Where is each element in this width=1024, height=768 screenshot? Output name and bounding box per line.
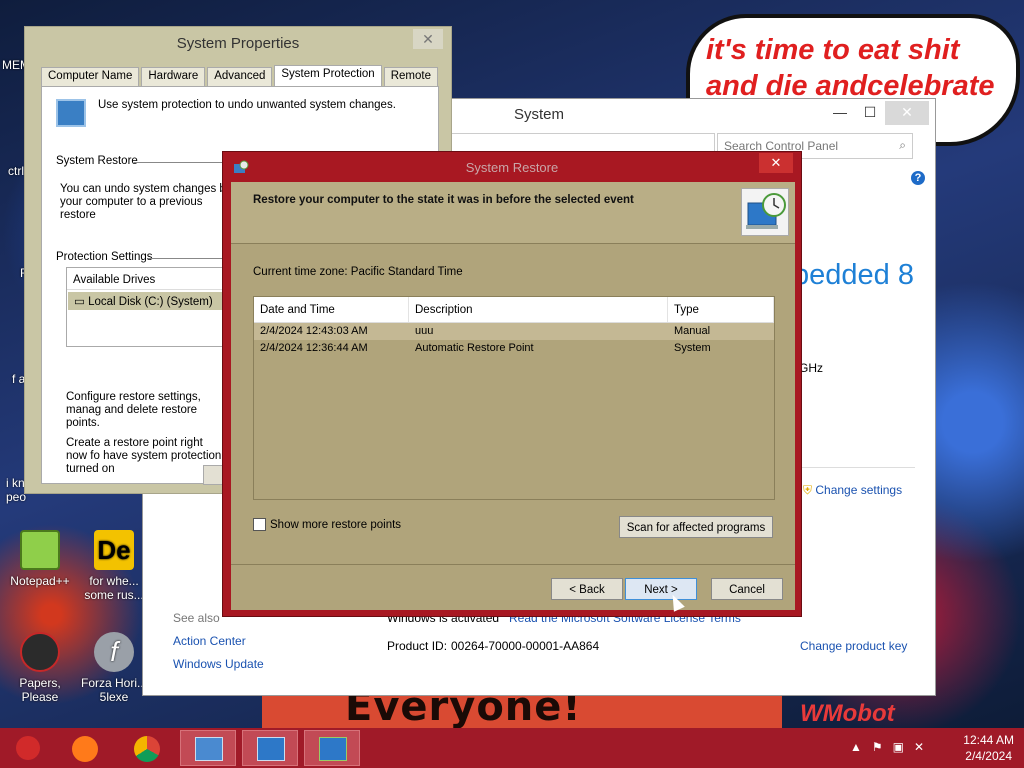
show-more-checkbox[interactable] [253,518,266,531]
taskbar-control-panel[interactable] [180,730,236,766]
cpu-speed: GHz [799,361,823,375]
taskbar-system-restore[interactable] [304,730,360,766]
cancel-button[interactable]: Cancel [711,578,783,600]
desktop-icon-papers-please[interactable]: Papers, Please [0,632,80,704]
speech-bubble-text: it's time to eat shit and die andcelebra… [706,34,995,102]
search-icon: ⌕ [899,138,906,152]
minimize-button[interactable]: — [825,101,855,125]
system-restore-title: System Restore [465,160,559,175]
next-button[interactable]: Next > [625,578,697,600]
divider [231,564,795,565]
cell-type: System [674,342,711,354]
restore-points-table[interactable]: Date and Time Description Type 2/4/2024 … [253,296,775,500]
flash-icon: f [94,632,134,672]
system-restore-dialog[interactable]: System Restore ✕ Restore your computer t… [222,151,802,617]
notepadpp-icon [20,530,60,570]
help-icon[interactable]: ? [911,171,925,185]
change-settings-label: Change settings [815,483,903,497]
change-settings-link[interactable]: ⛨ Change settings [803,483,902,498]
protection-settings-group-label: Protection Settings [56,251,153,263]
tab-system-protection[interactable]: System Protection [274,65,382,86]
clock[interactable]: 12:44 AM 2/4/2024 [963,732,1014,764]
timezone-label: Current time zone: Pacific Standard Time [253,266,463,278]
table-row[interactable]: 2/4/2024 12:36:44 AM Automatic Restore P… [254,340,774,357]
column-header-date[interactable]: Date and Time [254,297,409,322]
drive-label: Local Disk (C:) (System) [88,296,213,308]
start-button[interactable] [2,730,58,766]
tab-strip: Computer Name Hardware Advanced System P… [41,65,440,87]
back-button[interactable]: < Back [551,578,623,600]
maximize-button[interactable]: ☐ [855,101,885,125]
cell-date: 2/4/2024 12:43:03 AM [260,325,368,337]
system-restore-taskbar-icon [319,737,347,761]
system-tray: ▲ ⚑ ▣ ✕ [850,740,924,754]
see-also-heading: See also [173,611,220,625]
start-icon [16,736,40,760]
scan-affected-programs-button[interactable]: Scan for affected programs [619,516,773,538]
drive-icon: ▭ [74,296,85,308]
divider [799,467,915,468]
system-properties-icon [257,737,285,761]
desktop-icon-label: Papers, Please [19,676,61,704]
tab-hardware[interactable]: Hardware [141,67,206,86]
document-icon: De [94,530,134,570]
taskbar-chrome[interactable] [120,730,176,766]
show-hidden-icons-icon[interactable]: ▲ [850,740,862,754]
action-center-flag-icon[interactable]: ⚑ [872,740,883,754]
action-center-link[interactable]: Action Center [173,634,246,648]
system-restore-description: You can undo system changes by your comp… [60,183,232,221]
system-properties-titlebar[interactable]: System Properties ✕ [25,27,451,57]
system-properties-title: System Properties [176,35,300,52]
table-row[interactable]: 2/4/2024 12:43:03 AM uuu Manual [254,323,774,340]
close-button[interactable]: ✕ [885,101,929,125]
papers-please-icon [20,632,60,672]
show-more-label[interactable]: Show more restore points [270,519,401,531]
volume-muted-icon[interactable]: ✕ [914,740,924,754]
system-restore-titlebar[interactable]: System Restore ✕ [223,152,801,182]
taskbar-system-properties[interactable] [242,730,298,766]
cell-date: 2/4/2024 12:36:44 AM [260,342,368,354]
close-button[interactable]: ✕ [413,29,443,49]
close-button[interactable]: ✕ [759,153,793,173]
show-more-checkbox-row[interactable]: Show more restore points [253,518,401,531]
taskbar: ▲ ⚑ ▣ ✕ 12:44 AM 2/4/2024 [0,728,1024,768]
clock-time: 12:44 AM [963,733,1014,747]
dialog-heading: Restore your computer to the state it wa… [253,194,634,206]
clock-date: 2/4/2024 [965,749,1012,763]
control-panel-icon [195,737,223,761]
windows-edition: bedded 8 [793,259,914,291]
cell-type: Manual [674,325,711,337]
chrome-icon [134,736,160,762]
column-header-type[interactable]: Type [668,297,774,322]
tab-advanced[interactable]: Advanced [207,67,273,86]
windows-update-link[interactable]: Windows Update [173,657,264,671]
column-header-description[interactable]: Description [409,297,668,322]
desktop-icon-label: Notepad++ [10,574,70,588]
product-id-value: 00264-70000-00001-AA864 [451,639,600,653]
configure-text: Configure restore settings, manag and de… [66,391,201,429]
create-text: Create a restore point right now fo have… [66,437,222,475]
table-header: Date and Time Description Type [254,297,774,323]
system-restore-body: Restore your computer to the state it wa… [231,182,795,610]
cell-description: uuu [415,325,434,337]
tab-computer-name[interactable]: Computer Name [41,67,140,86]
desktop-icon-notepadpp[interactable]: Notepad++ [0,530,80,588]
shield-icon: ⛨ [803,483,813,497]
firefox-icon [72,736,98,762]
dialog-header: Restore your computer to the state it wa… [231,182,795,244]
cell-description: Automatic Restore Point [415,342,534,354]
tab-remote[interactable]: Remote [383,67,438,86]
wallpaper-watermark: WMobot [800,700,895,727]
system-protection-icon [56,99,86,127]
product-id-label: Product ID: [387,639,448,653]
taskbar-firefox[interactable] [58,730,114,766]
network-icon[interactable]: ▣ [893,740,904,754]
intro-text: Use system protection to undo unwanted s… [98,99,396,111]
restore-clock-icon [741,188,789,236]
system-restore-group-label: System Restore [56,155,138,167]
change-product-key-link[interactable]: Change product key [800,639,907,653]
